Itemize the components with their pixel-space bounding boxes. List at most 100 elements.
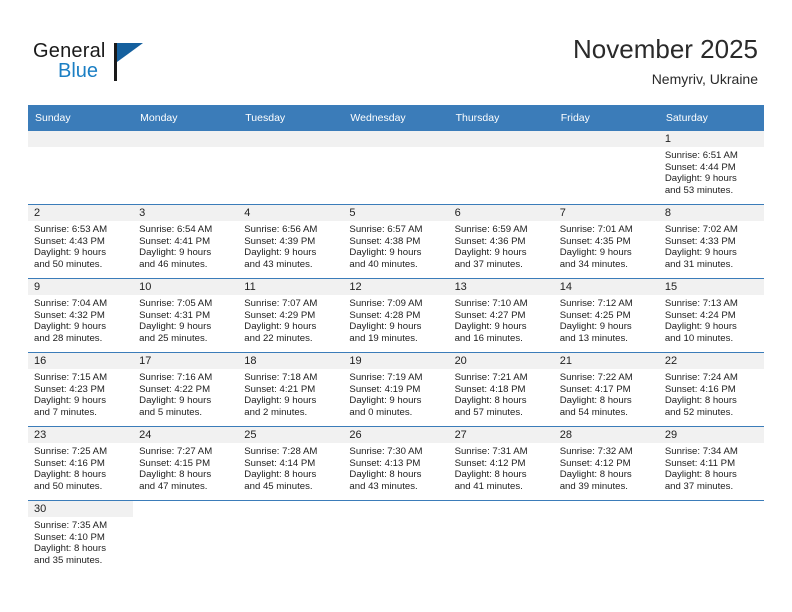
calendar-day-cell[interactable]: 14 Sunrise: 7:12 AM Sunset: 4:25 PM Dayligh… [553, 278, 659, 353]
day-info-sunrise: Sunrise: 6:56 AM [244, 224, 318, 235]
day-info-daylight2: and 39 minutes. [559, 480, 628, 492]
day-sun-info: Sunrise: 7:05 AM Sunset: 4:31 PM Daylight:… [133, 295, 238, 344]
day-info-sunrise: Sunrise: 6:51 AM [664, 150, 738, 161]
calendar-day-cell[interactable]: 28 Sunrise: 7:32 AM Sunset: 4:12 PM Dayligh… [553, 426, 659, 501]
day-info-daylight2: and 7 minutes. [34, 406, 97, 418]
day-sun-info: Sunrise: 7:24 AM Sunset: 4:16 PM Daylight:… [659, 369, 764, 418]
day-info-sunrise: Sunrise: 7:30 AM [349, 446, 423, 457]
calendar-week-row: 16 Sunrise: 7:15 AM Sunset: 4:23 PM Dayligh… [28, 352, 764, 427]
calendar-day-cell[interactable]: 17 Sunrise: 7:16 AM Sunset: 4:22 PM Dayligh… [133, 352, 239, 427]
day-info-daylight2: and 45 minutes. [244, 480, 313, 492]
day-info-sunset: Sunset: 4:14 PM [244, 457, 316, 469]
calendar-day-cell[interactable]: 24 Sunrise: 7:27 AM Sunset: 4:15 PM Dayligh… [133, 426, 239, 501]
day-info-daylight2: and 19 minutes. [349, 332, 418, 344]
calendar-day-cell[interactable]: 11 Sunrise: 7:07 AM Sunset: 4:29 PM Dayligh… [238, 278, 344, 353]
day-cell-content [133, 131, 239, 204]
day-number: 11 [238, 279, 344, 295]
day-info-daylight1: Daylight: 9 hours [664, 173, 737, 185]
day-info-sunset: Sunset: 4:17 PM [559, 383, 631, 395]
weekday-header-sunday: Sunday [28, 105, 134, 131]
day-info-sunset: Sunset: 4:16 PM [34, 457, 105, 469]
day-number: 22 [658, 353, 764, 369]
day-info-sunset: Sunset: 4:19 PM [349, 383, 421, 395]
day-info-daylight2: and 16 minutes. [454, 332, 523, 344]
day-info-daylight1: Daylight: 9 hours [34, 321, 106, 333]
day-sun-info: Sunrise: 7:35 AM Sunset: 4:10 PM Daylight:… [28, 517, 133, 566]
calendar-day-cell[interactable]: 9 Sunrise: 7:04 AM Sunset: 4:32 PM Daylight… [28, 278, 134, 353]
day-cell-content: 4 Sunrise: 6:56 AM Sunset: 4:39 PM Daylight… [238, 205, 344, 278]
calendar-day-cell[interactable]: 30 Sunrise: 7:35 AM Sunset: 4:10 PM Dayligh… [28, 500, 134, 574]
calendar-day-cell [658, 500, 764, 574]
day-info-daylight2: and 31 minutes. [664, 258, 734, 270]
day-number: 20 [448, 353, 554, 369]
calendar-day-cell[interactable]: 27 Sunrise: 7:31 AM Sunset: 4:12 PM Dayligh… [448, 426, 554, 501]
day-sun-info: Sunrise: 7:30 AM Sunset: 4:13 PM Daylight:… [343, 443, 448, 492]
day-number [343, 501, 449, 517]
calendar-day-cell[interactable]: 26 Sunrise: 7:30 AM Sunset: 4:13 PM Dayligh… [343, 426, 449, 501]
calendar-day-cell[interactable]: 29 Sunrise: 7:34 AM Sunset: 4:11 PM Dayligh… [658, 426, 764, 501]
calendar-day-cell [238, 500, 344, 574]
day-info-daylight1: Daylight: 9 hours [559, 321, 632, 333]
calendar-day-cell[interactable]: 3 Sunrise: 6:54 AM Sunset: 4:41 PM Daylight… [133, 204, 239, 279]
day-info-sunrise: Sunrise: 7:35 AM [34, 520, 108, 531]
day-info-daylight1: Daylight: 8 hours [34, 543, 106, 555]
day-cell-content: 2 Sunrise: 6:53 AM Sunset: 4:43 PM Daylight… [28, 205, 134, 278]
day-cell-content [238, 131, 344, 204]
calendar-day-cell[interactable]: 12 Sunrise: 7:09 AM Sunset: 4:28 PM Dayligh… [343, 278, 449, 353]
day-number [238, 131, 344, 147]
calendar-day-cell[interactable]: 4 Sunrise: 6:56 AM Sunset: 4:39 PM Daylight… [238, 204, 344, 279]
day-cell-content: 16 Sunrise: 7:15 AM Sunset: 4:23 PM Dayligh… [28, 353, 134, 426]
day-cell-content: 14 Sunrise: 7:12 AM Sunset: 4:25 PM Dayligh… [553, 279, 659, 352]
day-info-sunrise: Sunrise: 7:13 AM [664, 298, 738, 309]
day-cell-content: 20 Sunrise: 7:21 AM Sunset: 4:18 PM Dayligh… [448, 353, 554, 426]
calendar-day-cell[interactable]: 13 Sunrise: 7:10 AM Sunset: 4:27 PM Dayligh… [448, 278, 554, 353]
day-cell-content: 17 Sunrise: 7:16 AM Sunset: 4:22 PM Dayligh… [133, 353, 239, 426]
day-info-daylight2: and 22 minutes. [244, 332, 313, 344]
day-info-sunset: Sunset: 4:22 PM [139, 383, 211, 395]
day-info-sunset: Sunset: 4:32 PM [34, 309, 105, 321]
calendar-day-cell[interactable]: 22 Sunrise: 7:24 AM Sunset: 4:16 PM Dayligh… [658, 352, 764, 427]
day-info-daylight2: and 46 minutes. [139, 258, 208, 270]
calendar-day-cell [343, 500, 449, 574]
calendar-day-cell[interactable]: 16 Sunrise: 7:15 AM Sunset: 4:23 PM Dayligh… [28, 352, 134, 427]
calendar-day-cell[interactable]: 5 Sunrise: 6:57 AM Sunset: 4:38 PM Daylight… [343, 204, 449, 279]
calendar-day-cell [448, 500, 554, 574]
day-sun-info: Sunrise: 7:28 AM Sunset: 4:14 PM Daylight:… [238, 443, 343, 492]
day-info-sunrise: Sunrise: 7:22 AM [559, 372, 633, 383]
day-sun-info: Sunrise: 6:56 AM Sunset: 4:39 PM Daylight:… [238, 221, 343, 270]
calendar-day-cell[interactable]: 15 Sunrise: 7:13 AM Sunset: 4:24 PM Dayligh… [658, 278, 764, 353]
day-sun-info: Sunrise: 6:53 AM Sunset: 4:43 PM Daylight:… [28, 221, 133, 270]
day-cell-content: 1 Sunrise: 6:51 AM Sunset: 4:44 PM Daylight… [658, 131, 764, 204]
calendar-day-cell[interactable]: 18 Sunrise: 7:18 AM Sunset: 4:21 PM Dayligh… [238, 352, 344, 427]
calendar-day-cell[interactable]: 25 Sunrise: 7:28 AM Sunset: 4:14 PM Dayligh… [238, 426, 344, 501]
day-info-sunset: Sunset: 4:24 PM [664, 309, 736, 321]
day-sun-info: Sunrise: 7:21 AM Sunset: 4:18 PM Daylight:… [449, 369, 554, 418]
calendar-day-cell[interactable]: 21 Sunrise: 7:22 AM Sunset: 4:17 PM Dayligh… [553, 352, 659, 427]
calendar-day-cell[interactable]: 10 Sunrise: 7:05 AM Sunset: 4:31 PM Dayligh… [133, 278, 239, 353]
calendar-day-cell[interactable]: 19 Sunrise: 7:19 AM Sunset: 4:19 PM Dayligh… [343, 352, 449, 427]
day-number [133, 131, 239, 147]
day-sun-info: Sunrise: 7:19 AM Sunset: 4:19 PM Daylight:… [343, 369, 448, 418]
calendar-day-cell[interactable]: 8 Sunrise: 7:02 AM Sunset: 4:33 PM Daylight… [658, 204, 764, 279]
calendar-day-cell[interactable]: 2 Sunrise: 6:53 AM Sunset: 4:43 PM Daylight… [28, 204, 134, 279]
day-sun-info: Sunrise: 7:18 AM Sunset: 4:21 PM Daylight:… [238, 369, 343, 418]
weekday-header-wednesday: Wednesday [343, 105, 449, 131]
calendar-day-cell[interactable]: 7 Sunrise: 7:01 AM Sunset: 4:35 PM Daylight… [553, 204, 659, 279]
day-info-sunset: Sunset: 4:41 PM [139, 235, 211, 247]
day-cell-content [343, 131, 449, 204]
calendar-day-cell[interactable]: 23 Sunrise: 7:25 AM Sunset: 4:16 PM Dayligh… [28, 426, 134, 501]
day-info-sunset: Sunset: 4:18 PM [454, 383, 526, 395]
day-info-daylight1: Daylight: 8 hours [664, 395, 737, 407]
day-number: 4 [238, 205, 344, 221]
day-info-daylight2: and 43 minutes. [349, 480, 418, 492]
day-info-daylight2: and 37 minutes. [454, 258, 523, 270]
day-info-sunrise: Sunrise: 7:28 AM [244, 446, 318, 457]
calendar-day-cell[interactable]: 20 Sunrise: 7:21 AM Sunset: 4:18 PM Dayligh… [448, 352, 554, 427]
day-info-sunrise: Sunrise: 7:31 AM [454, 446, 528, 457]
calendar-day-cell[interactable]: 1 Sunrise: 6:51 AM Sunset: 4:44 PM Daylight… [658, 130, 764, 205]
day-number: 25 [238, 427, 344, 443]
logo-flag-icon [117, 43, 143, 62]
calendar-day-cell[interactable]: 6 Sunrise: 6:59 AM Sunset: 4:36 PM Daylight… [448, 204, 554, 279]
day-number: 26 [343, 427, 449, 443]
general-blue-logo[interactable]: General Blue [33, 40, 173, 88]
